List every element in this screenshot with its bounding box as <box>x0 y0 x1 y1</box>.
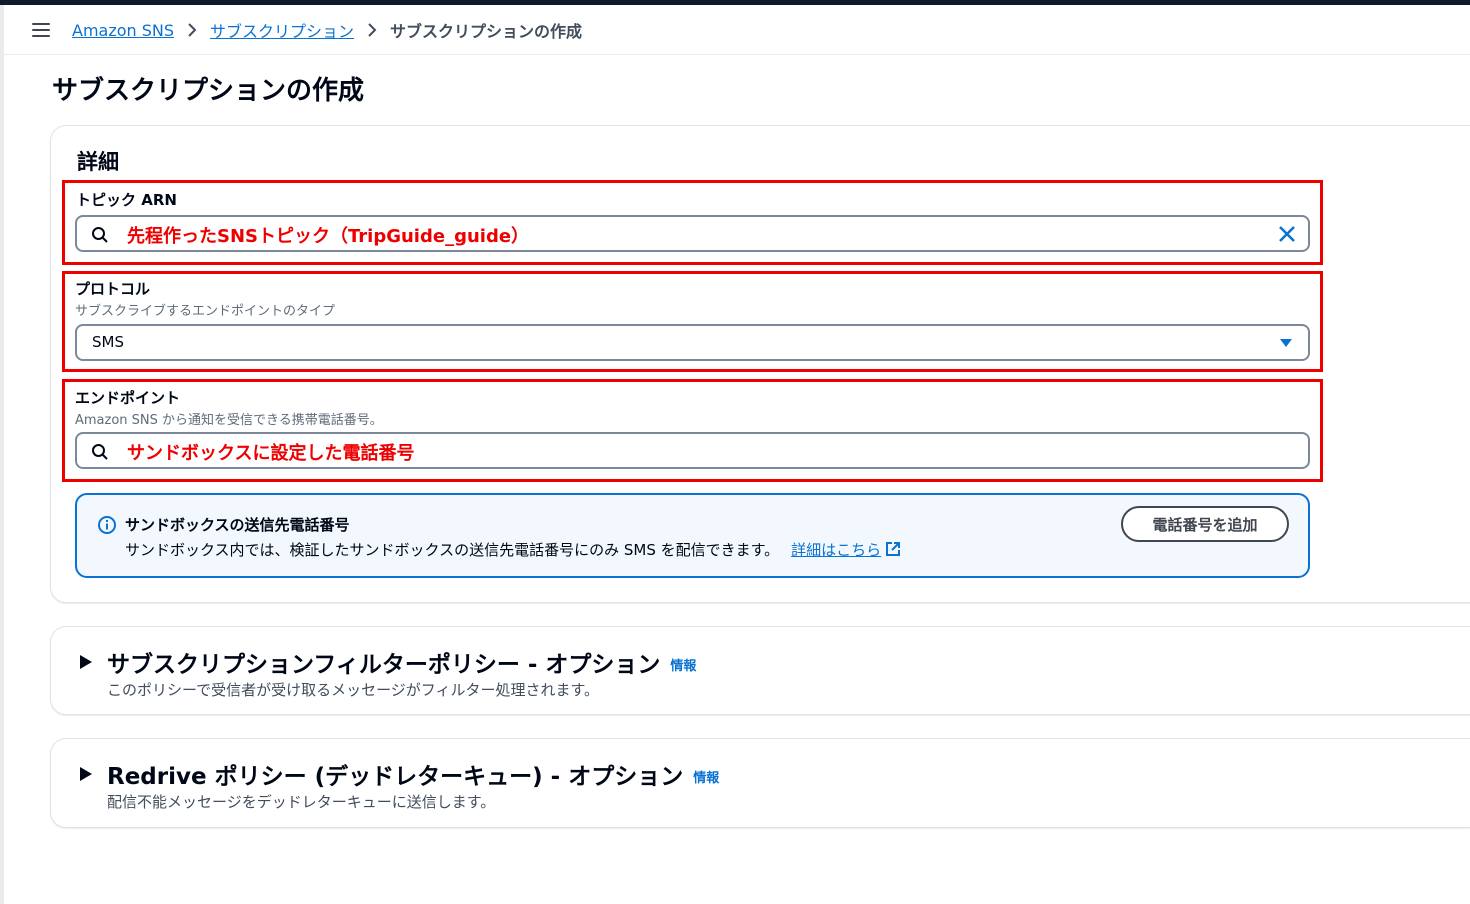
redrive-policy-title: Redrive ポリシー (デッドレターキュー) - オプション <box>107 764 684 790</box>
filter-policy-title: サブスクリプションフィルターポリシー - オプション <box>107 652 661 678</box>
hamburger-menu-icon[interactable] <box>32 23 50 37</box>
redrive-policy-description: 配信不能メッセージをデッドレターキューに送信します。 <box>107 793 496 811</box>
caret-right-icon[interactable] <box>79 766 93 782</box>
protocol-description: サブスクライブするエンドポイントのタイプ <box>75 304 336 319</box>
protocol-select[interactable]: SMS <box>75 324 1310 361</box>
filter-policy-section: サブスクリプションフィルターポリシー - オプション 情報 このポリシーで受信者が… <box>50 626 1470 715</box>
filter-policy-description: このポリシーで受信者が受け取るメッセージがフィルター処理されます。 <box>107 681 600 699</box>
topic-arn-label: トピック ARN <box>76 191 177 209</box>
add-phone-number-button[interactable]: 電話番号を追加 <box>1121 506 1289 542</box>
breadcrumb-current: サブスクリプションの作成 <box>390 22 583 41</box>
caret-right-icon[interactable] <box>79 654 93 670</box>
redrive-policy-info-link[interactable]: 情報 <box>693 771 719 786</box>
redrive-policy-section: Redrive ポリシー (デッドレターキュー) - オプション 情報 配信不能メ… <box>50 738 1470 828</box>
close-icon[interactable] <box>1276 223 1298 245</box>
header: Amazon SNS サブスクリプション サブスクリプションの作成 <box>4 5 1470 55</box>
endpoint-annotation-text: サンドボックスに設定した電話番号 <box>127 443 415 464</box>
breadcrumb-amazon-sns[interactable]: Amazon SNS <box>72 21 174 40</box>
topic-arn-input[interactable]: 先程作ったSNSトピック（TripGuide_guide） <box>75 215 1310 252</box>
breadcrumb-subscriptions[interactable]: サブスクリプション <box>210 18 354 42</box>
left-edge <box>0 5 4 904</box>
endpoint-label: エンドポイント <box>75 389 181 407</box>
protocol-label: プロトコル <box>75 280 151 298</box>
search-icon <box>92 444 108 460</box>
info-text-line: サンドボックス内では、検証したサンドボックスの送信先電話番号にのみ SMS を配… <box>125 539 901 560</box>
chevron-right-icon <box>360 19 384 41</box>
chevron-right-icon <box>180 19 204 41</box>
topic-annotation-text: 先程作ったSNSトピック（TripGuide_guide） <box>127 226 530 247</box>
info-title: サンドボックスの送信先電話番号 <box>125 516 350 534</box>
caret-down-icon <box>1280 339 1292 347</box>
breadcrumb: Amazon SNS サブスクリプション サブスクリプションの作成 <box>72 18 583 42</box>
search-icon <box>92 227 108 243</box>
details-title: 詳細 <box>77 150 119 174</box>
learn-more-link[interactable]: 詳細はこちら <box>791 541 881 559</box>
info-icon <box>98 516 116 534</box>
endpoint-input[interactable]: サンドボックスに設定した電話番号 <box>75 432 1310 469</box>
external-link-icon[interactable] <box>885 541 901 557</box>
endpoint-description: Amazon SNS から通知を受信できる携帯電話番号。 <box>75 413 383 428</box>
filter-policy-header[interactable]: サブスクリプションフィルターポリシー - オプション 情報 <box>107 645 696 679</box>
page-title: サブスクリプションの作成 <box>52 76 365 106</box>
sandbox-info-alert: サンドボックスの送信先電話番号 サンドボックス内では、検証したサンドボックスの送… <box>75 493 1310 578</box>
redrive-policy-header[interactable]: Redrive ポリシー (デッドレターキュー) - オプション 情報 <box>107 757 719 791</box>
info-text: サンドボックス内では、検証したサンドボックスの送信先電話番号にのみ SMS を配… <box>125 541 780 559</box>
protocol-selected-value: SMS <box>92 333 124 351</box>
filter-policy-info-link[interactable]: 情報 <box>670 659 696 674</box>
